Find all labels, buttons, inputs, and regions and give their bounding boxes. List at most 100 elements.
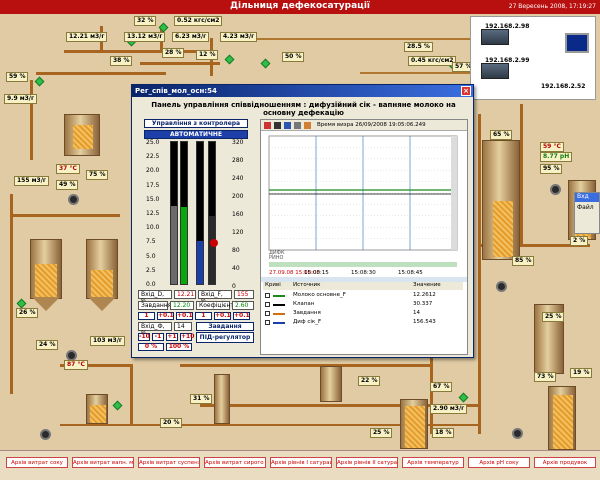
level-readout: 25 % xyxy=(542,312,565,322)
valve[interactable] xyxy=(224,54,235,65)
input-d-value: 12.21 xyxy=(174,290,196,299)
level-readout: 67 % xyxy=(430,382,453,392)
checkbox-icon[interactable] xyxy=(265,320,270,325)
input-f-bar xyxy=(208,141,216,285)
scale-tick-label: 80 xyxy=(232,247,240,254)
legend-series-name: Молоко основне_F xyxy=(293,292,346,298)
plc-rack-icon xyxy=(481,29,509,45)
toolbar-time: Время визра 26/09/2008 19:05:06.249 xyxy=(317,122,426,128)
scale-tick-label: 25.0 xyxy=(146,139,160,146)
chart-x-tick-label: 15:08:15 xyxy=(304,270,329,276)
adjust-button[interactable]: +0.1 xyxy=(157,312,174,320)
pump[interactable] xyxy=(68,194,79,205)
valve[interactable] xyxy=(34,76,45,87)
flow-readout: 13.12 м3/г xyxy=(124,32,166,42)
scale-tick-label: 17.5 xyxy=(146,181,160,189)
temperature-readout: 59 °C xyxy=(540,142,564,152)
step-button[interactable]: -10 xyxy=(138,333,150,341)
scale-tick-label: 40 xyxy=(232,265,240,272)
step-button[interactable]: +1 xyxy=(166,333,178,341)
coef-value[interactable]: 2.60 xyxy=(232,301,254,310)
archive-button[interactable]: Архів рівнів ІІ сатурації xyxy=(336,457,398,468)
valve[interactable] xyxy=(260,58,271,69)
scale-tick-label: 15.0 xyxy=(146,195,160,203)
legend-row[interactable]: Диф сік_F 156.543 xyxy=(263,319,463,327)
valve[interactable] xyxy=(112,400,123,411)
control-mode-button[interactable]: Управління з контролера xyxy=(144,119,248,128)
level-readout: 38 % xyxy=(110,56,133,66)
adjust-button[interactable]: +0.1 xyxy=(214,312,231,320)
network-panel: 192.168.2.98 192.168.2.99 192.168.2.52 xyxy=(470,16,596,100)
window-title: Рег_спів_мол_осн:54 × xyxy=(132,85,473,97)
grid-icon[interactable] xyxy=(294,122,301,129)
setpoint-bar xyxy=(180,141,188,285)
tank-left xyxy=(30,239,62,299)
archive-button[interactable]: Архів рівнів І сатурації xyxy=(270,457,332,468)
legend-row[interactable]: Клапан 30.337 xyxy=(263,301,463,309)
side-panel-menu-file[interactable]: Файл xyxy=(575,202,599,213)
level-readout: 20 % xyxy=(160,418,183,428)
pressure-readout: 0.45 кгс/см2 xyxy=(408,56,457,66)
setpoint2-button[interactable]: Завдання xyxy=(196,322,254,331)
adjust-row: 1 +0.1 +0.1 1 +0.1 +0.1 xyxy=(138,312,256,320)
chart-legend: Криві Источник Значение Молоко основне_F 12.… xyxy=(261,282,467,354)
close-icon[interactable] xyxy=(264,122,271,129)
saturator-tank xyxy=(64,114,100,156)
ip-label: 192.168.2.52 xyxy=(541,83,586,90)
level-readout: 18 % xyxy=(432,428,455,438)
legend-series-name: Клапан xyxy=(293,301,315,307)
setpoint-value[interactable]: 12.20 xyxy=(170,301,194,310)
archive-button[interactable]: Архів температур xyxy=(402,457,464,468)
percent-button[interactable]: 100 % xyxy=(166,343,192,351)
level-readout: 32 % xyxy=(134,16,157,26)
checkbox-icon[interactable] xyxy=(265,293,270,298)
legend-series-name: Завдання xyxy=(293,310,321,316)
plc-rack-icon xyxy=(481,63,509,79)
percent-button[interactable]: 0 % xyxy=(138,343,164,351)
pipe xyxy=(10,194,13,394)
archive-button[interactable]: Архів витрат суспензії xyxy=(138,457,200,468)
pct-row: 0 % 100 % xyxy=(138,343,194,351)
workstation-icon xyxy=(565,33,589,53)
checkbox-icon[interactable] xyxy=(265,302,270,307)
side-panel[interactable]: Вхд Файл xyxy=(574,192,600,234)
valve[interactable] xyxy=(16,298,27,309)
pump[interactable] xyxy=(550,184,561,195)
adjust-button[interactable]: +0.1 xyxy=(176,312,193,320)
trend-chart-panel: Время визра 26/09/2008 19:05:06.249 ДИФК… xyxy=(260,119,468,355)
pump[interactable] xyxy=(40,429,51,440)
pipe xyxy=(140,62,220,65)
adjust-button[interactable]: 1 xyxy=(138,312,155,320)
level-readout: 50 % xyxy=(282,52,305,62)
save-icon[interactable] xyxy=(284,122,291,129)
step-button[interactable]: -1 xyxy=(152,333,164,341)
archive-button[interactable]: Архів продувок xyxy=(534,457,596,468)
auto-mode-button[interactable]: АВТОМАТИЧНЕ xyxy=(144,130,248,139)
scale-tick-label: 280 xyxy=(232,157,244,164)
level-readout: 59 % xyxy=(6,72,29,82)
pump[interactable] xyxy=(512,428,523,439)
cut-icon[interactable] xyxy=(274,122,281,129)
settings-icon[interactable] xyxy=(304,122,311,129)
archive-button[interactable]: Архів рН соку xyxy=(468,457,530,468)
level-readout: 75 % xyxy=(86,170,109,180)
adjust-button[interactable]: +0.1 xyxy=(233,312,250,320)
archive-button[interactable]: Архів витрат вапн. молока xyxy=(72,457,134,468)
checkbox-icon[interactable] xyxy=(265,311,270,316)
archive-button[interactable]: Архів витрат сирого соку xyxy=(204,457,266,468)
adjust-button[interactable]: 1 xyxy=(195,312,212,320)
app-titlebar: Дільниця дефекосатурації 27 Вересень 200… xyxy=(0,0,600,14)
valve[interactable] xyxy=(458,392,469,403)
level-readout: 31 % xyxy=(190,394,213,404)
legend-row[interactable]: Завдання 14 xyxy=(263,310,463,318)
trend-chart: ДИФКРИНО27.09.08 15:08:0015:08:15 15:08:3… xyxy=(261,135,467,282)
step-button[interactable]: +10 xyxy=(180,333,194,341)
close-button[interactable]: × xyxy=(461,86,471,96)
pump[interactable] xyxy=(496,281,507,292)
legend-row[interactable]: Молоко основне_F 12.2612 xyxy=(263,292,463,300)
legend-swatch xyxy=(273,295,285,297)
input-d-label: Вхід_D, % xyxy=(138,290,172,305)
pid-regulator-button[interactable]: ПІД-регулятор xyxy=(196,332,254,343)
level-readout: 26 % xyxy=(16,308,39,318)
archive-button[interactable]: Архів витрат соку xyxy=(6,457,68,468)
